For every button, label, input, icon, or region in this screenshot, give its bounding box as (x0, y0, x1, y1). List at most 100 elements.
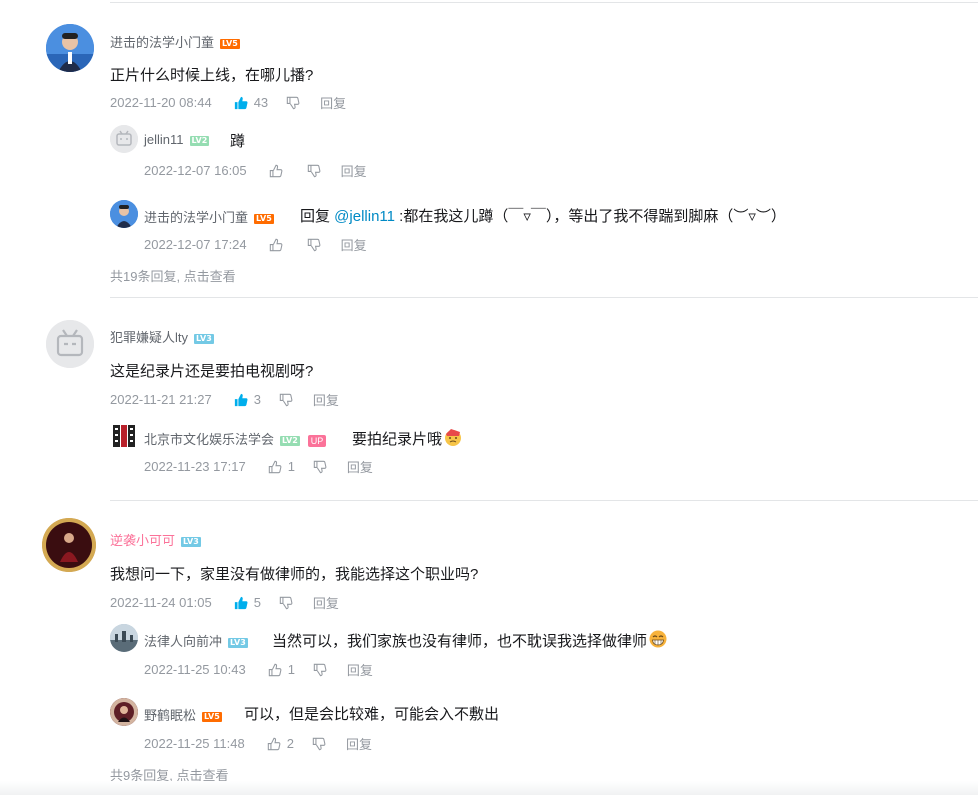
comment-meta: 2022-11-24 01:05 5 回复 (110, 593, 339, 612)
thumbs-up-icon (268, 663, 282, 676)
timestamp: 2022-11-23 17:17 (144, 459, 246, 474)
reply-button[interactable]: 回复 (320, 93, 346, 112)
level-badge: LV5 (254, 213, 274, 224)
dislike-button[interactable] (313, 663, 327, 677)
reply-meta: 2022-11-25 10:43 1 回复 (144, 660, 373, 679)
reply-meta: 2022-11-25 11:48 2 回复 (144, 734, 372, 753)
thumbs-up-icon (234, 96, 248, 109)
thumbs-up-icon (268, 460, 282, 473)
like-count: 43 (253, 95, 269, 110)
level-badge: LV5 (202, 711, 222, 722)
reply-avatar[interactable] (110, 624, 138, 652)
level-badge: LV3 (228, 637, 248, 648)
reply-text: 蹲 (230, 133, 246, 150)
thumbs-down-icon (286, 96, 300, 109)
reply-text: 回复 @jellin11 :都在我这儿蹲（￣▿￣），等出了我不得踹到脚麻（︶▿︶… (300, 205, 786, 226)
mention-link[interactable]: @jellin11 (334, 208, 395, 225)
timestamp: 2022-11-25 10:43 (144, 662, 246, 677)
reply-username[interactable]: 野鹤眠松 LV5 (144, 705, 222, 724)
dislike-button[interactable] (312, 737, 326, 751)
like-count: 5 (253, 595, 261, 610)
reply-button[interactable]: 回复 (341, 161, 367, 180)
like-button[interactable]: 5 (234, 595, 261, 610)
timestamp: 2022-12-07 17:24 (144, 237, 247, 252)
thumbs-down-icon (307, 238, 321, 251)
thumbs-down-icon (307, 164, 321, 177)
level-badge: LV2 (189, 135, 210, 146)
reply-username[interactable]: 法律人向前冲 LV3 (144, 631, 248, 650)
username[interactable]: 犯罪嫌疑人lty LV3 (110, 327, 214, 346)
like-button[interactable] (269, 238, 289, 252)
timestamp: 2022-12-07 16:05 (144, 163, 247, 178)
reply-username[interactable]: 北京市文化娱乐法学会 LV2 UP (144, 429, 327, 448)
up-badge: UP (307, 434, 327, 447)
dislike-button[interactable] (279, 393, 293, 407)
thumbs-up-icon (269, 164, 283, 177)
thumbs-up-icon (267, 737, 281, 750)
comment-text: 这是纪录片还是要拍电视剧呀? (110, 363, 314, 380)
reply-text: 可以，但是会比较难，可能会入不敷出 (244, 706, 500, 723)
comment-text: 正片什么时候上线，在哪儿播? (110, 67, 314, 84)
reply-avatar[interactable] (110, 698, 138, 726)
comment-meta: 2022-11-20 08:44 43 回复 (110, 93, 346, 112)
reply-button[interactable]: 回复 (347, 457, 373, 476)
reply-avatar[interactable] (110, 200, 138, 228)
like-button[interactable]: 1 (268, 662, 295, 677)
dislike-button[interactable] (313, 460, 327, 474)
reply-username[interactable]: 进击的法学小门童 LV5 (144, 207, 274, 226)
like-count: 1 (287, 459, 295, 474)
timestamp: 2022-11-21 21:27 (110, 392, 212, 407)
dislike-button[interactable] (307, 164, 321, 178)
reply-avatar[interactable] (110, 125, 138, 153)
user-avatar[interactable] (42, 518, 96, 572)
like-button[interactable]: 1 (268, 459, 295, 474)
like-button[interactable]: 2 (267, 736, 294, 751)
like-count: 1 (287, 662, 295, 677)
username[interactable]: 逆袭小可可 LV3 (110, 530, 201, 549)
thumbs-up-icon (269, 238, 283, 251)
level-badge: LV3 (181, 536, 201, 547)
thumbs-down-icon (312, 737, 326, 750)
view-more-replies[interactable]: 共19条回复, 点击查看 (110, 266, 236, 285)
like-button[interactable]: 43 (234, 95, 268, 110)
thumbs-down-icon (313, 460, 327, 473)
dislike-button[interactable] (307, 238, 321, 252)
username[interactable]: 进击的法学小门童 LV5 (110, 32, 240, 51)
thumbs-up-icon (234, 596, 248, 609)
like-count: 3 (253, 392, 261, 407)
reply-button[interactable]: 回复 (341, 235, 367, 254)
dislike-button[interactable] (279, 596, 293, 610)
reply-text: 要拍纪录片哦 (352, 427, 463, 449)
like-button[interactable] (269, 164, 289, 178)
thumbs-down-icon (279, 393, 293, 406)
reply-text: 当然可以，我们家族也没有律师，也不耽误我选择做律师 (272, 629, 668, 651)
reply-meta: 2022-12-07 17:24 回复 (144, 235, 367, 254)
reply-button[interactable]: 回复 (347, 660, 373, 679)
timestamp: 2022-11-24 01:05 (110, 595, 212, 610)
timestamp: 2022-11-25 11:48 (144, 736, 245, 751)
thread-divider (110, 297, 978, 298)
thumbs-down-icon (279, 596, 293, 609)
thread-divider (110, 500, 978, 501)
level-badge: LV2 (280, 435, 300, 446)
reply-avatar[interactable] (110, 422, 138, 450)
like-count: 2 (286, 736, 294, 751)
grin-face-icon (649, 630, 667, 648)
thumbs-up-icon (234, 393, 248, 406)
top-divider (110, 2, 978, 3)
reply-button[interactable]: 回复 (313, 593, 339, 612)
reply-button[interactable]: 回复 (346, 734, 372, 753)
reply-meta: 2022-11-23 17:17 1 回复 (144, 457, 373, 476)
like-button[interactable]: 3 (234, 392, 261, 407)
user-avatar[interactable] (46, 320, 94, 368)
reply-username[interactable]: jellin11 LV2 (144, 132, 210, 147)
dislike-button[interactable] (286, 96, 300, 110)
reply-button[interactable]: 回复 (313, 390, 339, 409)
reply-meta: 2022-12-07 16:05 回复 (144, 161, 367, 180)
thumbs-down-icon (313, 663, 327, 676)
reply-body: :都在我这儿蹲（￣▿￣），等出了我不得踹到脚麻（︶▿︶） (395, 208, 786, 225)
user-avatar[interactable] (46, 24, 94, 72)
bottom-fade (0, 781, 978, 795)
emoji-face-icon (445, 429, 462, 446)
reply-body: 要拍纪录片哦 (352, 431, 443, 448)
